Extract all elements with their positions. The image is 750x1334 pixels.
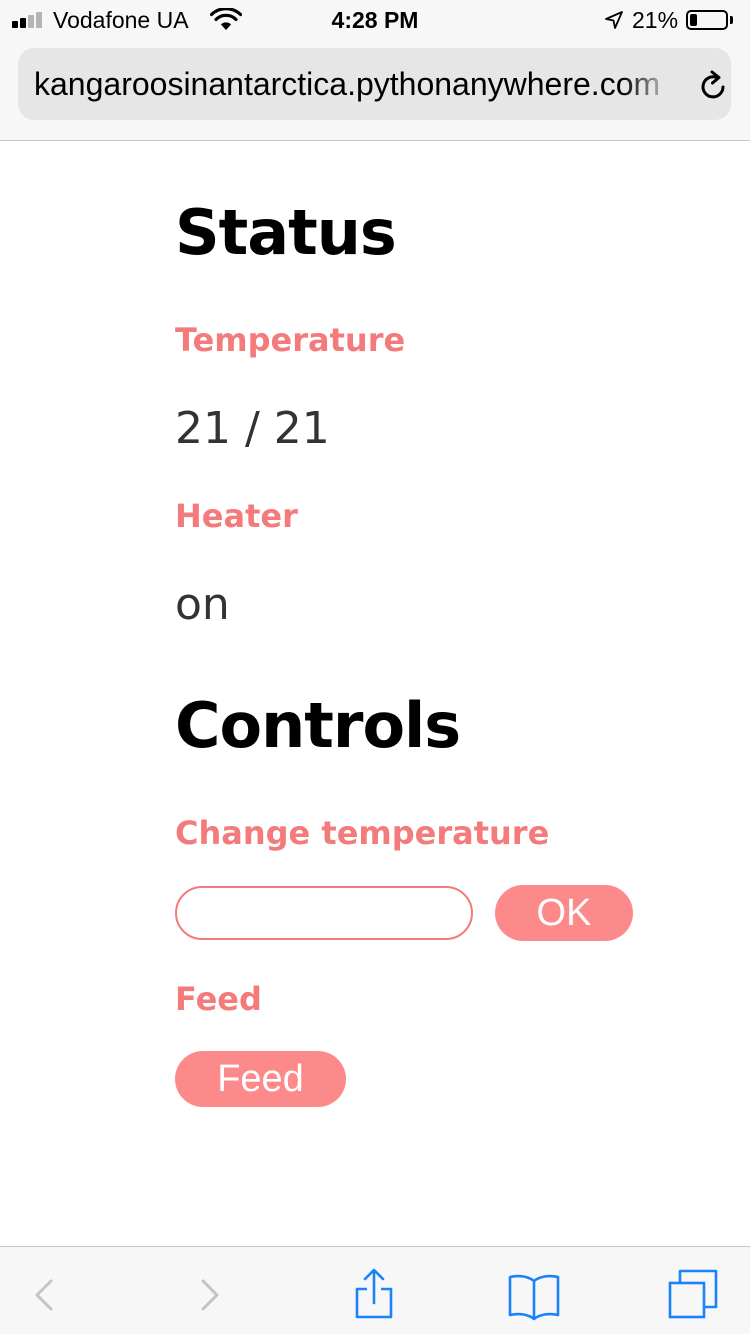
controls-heading: Controls [175,689,461,762]
temperature-label: Temperature [175,321,406,359]
change-temperature-label: Change temperature [175,814,550,852]
battery-icon [686,10,728,30]
url-text[interactable]: kangaroosinantarctica.pythonanywhere.com [34,66,674,106]
heater-label: Heater [175,497,298,535]
status-heading: Status [175,196,397,269]
status-bar: Vodafone UA 4:28 PM 21% [0,0,750,40]
back-icon[interactable] [15,1267,71,1323]
battery-fill [690,14,698,26]
tabs-icon[interactable] [666,1267,722,1323]
browser-toolbar [0,1246,750,1334]
browser-chrome: Vodafone UA 4:28 PM 21% kangaroosinantar… [0,0,750,141]
temperature-value: 21 / 21 [175,403,330,454]
heater-value: on [175,579,230,630]
forward-icon[interactable] [183,1267,239,1323]
feed-button[interactable]: Feed [175,1051,346,1107]
battery-percent: 21% [632,7,679,33]
ok-button[interactable]: OK [495,885,633,941]
location-arrow-icon [605,11,623,29]
bookmarks-icon[interactable] [506,1267,562,1323]
battery-tip [730,16,733,24]
temperature-input[interactable] [175,886,473,940]
reload-icon[interactable] [698,70,730,102]
url-bar[interactable]: kangaroosinantarctica.pythonanywhere.com [18,48,731,120]
share-icon[interactable] [346,1267,402,1323]
feed-label: Feed [175,980,262,1018]
